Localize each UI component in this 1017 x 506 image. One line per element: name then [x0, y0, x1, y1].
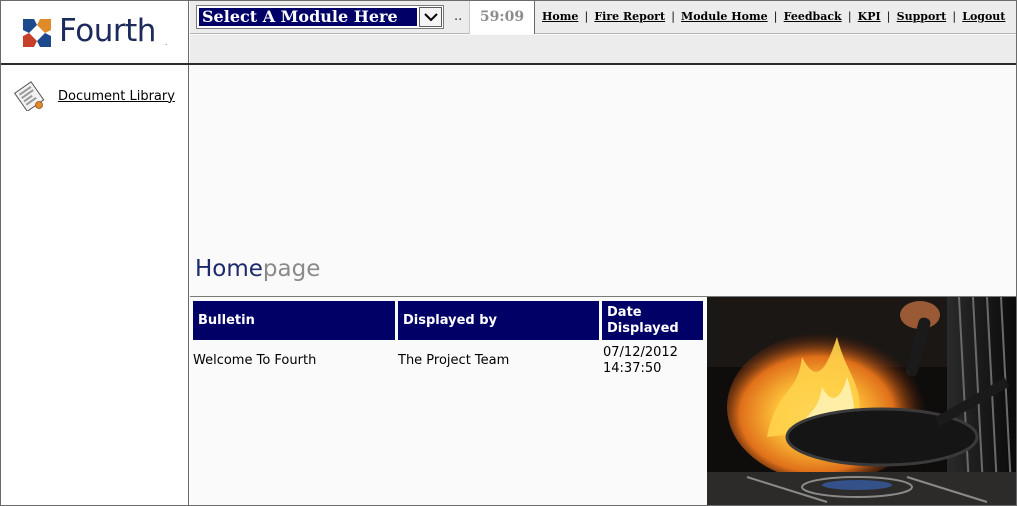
module-select[interactable]: Select A Module Here: [196, 5, 444, 29]
page-title-part-1: Home: [195, 256, 263, 282]
session-timer: 59:09: [469, 1, 535, 34]
nav-fire-report-link[interactable]: Fire Report: [594, 10, 665, 23]
page-title-part-2: page: [262, 256, 321, 282]
displayed-by-cell: The Project Team: [398, 353, 510, 368]
nav-separator: |: [773, 10, 778, 23]
page-title: Homepage: [195, 256, 320, 282]
chef-flambe-photo: [707, 297, 1016, 505]
nav-separator: |: [671, 10, 675, 23]
sidebar: Document Library: [1, 65, 189, 505]
column-header-displayed-by: Displayed by: [398, 301, 599, 340]
module-select-value: Select A Module Here: [199, 8, 417, 26]
nav-separator: |: [584, 10, 589, 23]
top-bar: Select A Module Here .. 59:09 Home | Fire …: [190, 1, 1016, 34]
nav-separator: |: [847, 10, 852, 23]
nav-feedback-link[interactable]: Feedback: [784, 10, 842, 23]
column-header-date-displayed: Date Displayed: [602, 301, 703, 340]
sub-bar: [190, 35, 1016, 63]
nav-support-link[interactable]: Support: [897, 10, 947, 23]
document-library-icon: [13, 81, 45, 111]
date-displayed-cell: 07/12/2012 14:37:50: [603, 345, 678, 377]
nav-home-link[interactable]: Home: [542, 10, 578, 23]
chevron-down-icon: [423, 13, 438, 22]
fourth-logo-icon: [23, 19, 51, 47]
column-header-bulletin: Bulletin: [193, 301, 395, 340]
bulletin-cell: Welcome To Fourth: [193, 353, 317, 368]
ellipsis-text: ..: [454, 9, 463, 24]
date-value: 07/12/2012: [603, 345, 678, 360]
brand-name: Fourth: [59, 13, 156, 49]
main-header-area: Homepage: [190, 65, 1016, 297]
bulletin-table: Bulletin Displayed by Date Displayed Wel…: [190, 298, 707, 505]
sidebar-item-label: Document Library: [58, 88, 175, 104]
top-navigation: Home | Fire Report | Module Home | Feedback | KP…: [542, 10, 1005, 23]
nav-kpi-link[interactable]: KPI: [858, 10, 881, 23]
time-value: 14:37:50: [603, 361, 662, 376]
chef-flambe-image: [707, 297, 1016, 505]
brand-trademark: .: [165, 39, 168, 47]
nav-separator: |: [952, 10, 957, 23]
logo-area: Fourth .: [1, 1, 189, 64]
nav-module-home-link[interactable]: Module Home: [681, 10, 768, 23]
sidebar-item-document-library[interactable]: Document Library: [13, 81, 175, 111]
nav-logout-link[interactable]: Logout: [962, 10, 1005, 23]
nav-separator: |: [886, 10, 891, 23]
module-select-dropdown-button[interactable]: [419, 7, 442, 27]
